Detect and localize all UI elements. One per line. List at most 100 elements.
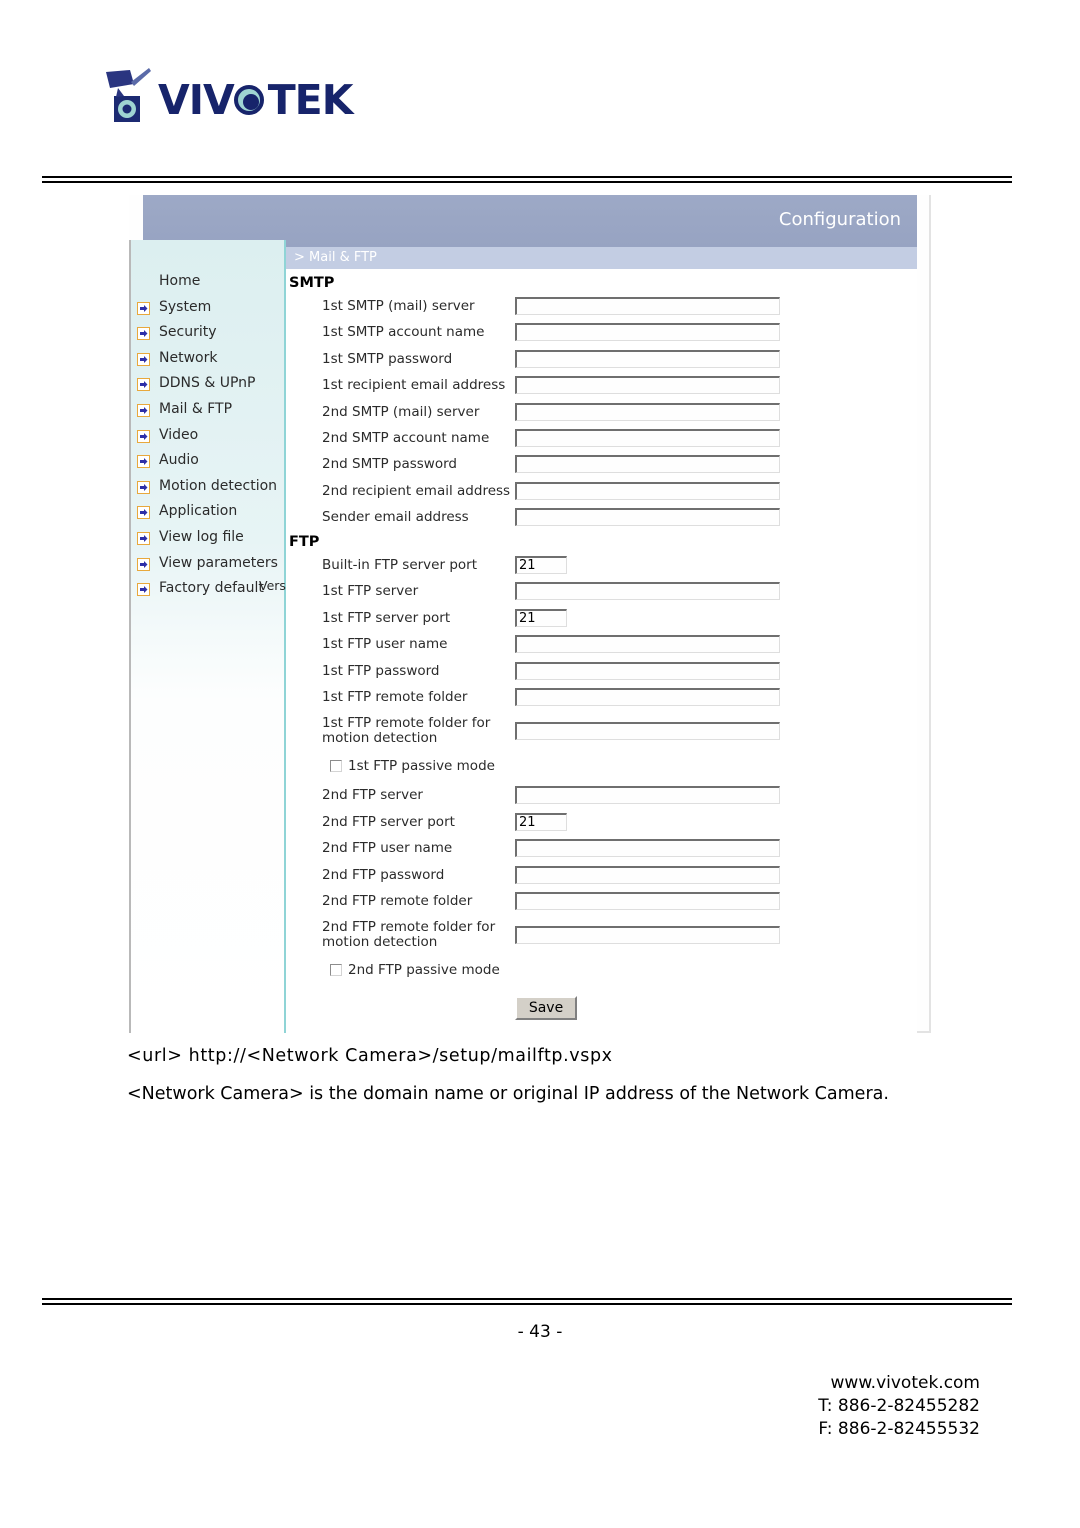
sidebar-item-label: Network	[159, 349, 218, 366]
sidebar-item-home[interactable]: Home	[137, 271, 287, 297]
arrow-right-icon	[137, 352, 150, 366]
input-2nd-ftp-remote-folder[interactable]	[515, 892, 780, 910]
input-2nd-ftp-user-name[interactable]	[515, 839, 780, 858]
field-row-2nd-ftp-server: 2nd FTP server	[286, 786, 917, 814]
input-2nd-ftp-server[interactable]	[515, 786, 780, 805]
label-2nd-smtp-account-name: 2nd SMTP account name	[322, 430, 490, 446]
input-2nd-smtp-account-name[interactable]	[515, 429, 780, 447]
field-row-2nd-ftp-user-name: 2nd FTP user name	[286, 839, 917, 867]
input-built-in-ftp-server-port[interactable]	[515, 556, 567, 574]
page-number: - 43 -	[517, 1322, 563, 1342]
arrow-right-icon	[137, 301, 150, 315]
sidebar-item-label: Home	[159, 273, 201, 289]
footer-telephone: T: 886-2-82455282	[818, 1396, 980, 1416]
sidebar-item-label: Audio	[159, 452, 199, 469]
input-1st-ftp-user-name[interactable]	[515, 635, 780, 654]
sidebar-item-label: Security	[159, 324, 217, 341]
sidebar-item-label: View log file	[159, 529, 244, 545]
label-2nd-smtp-mail-server: 2nd SMTP (mail) server	[322, 403, 480, 420]
field-row-1st-ftp-remote-folder-for-motion-detection: 1st FTP remote folder for motion detecti…	[286, 716, 917, 745]
sidebar-item-label: Mail & FTP	[159, 401, 233, 417]
field-row-2nd-recipient-email-address: 2nd recipient email address	[286, 481, 917, 510]
checkbox-row-2nd-ftp-passive-mode: 2nd FTP passive mode	[286, 962, 917, 984]
label-2nd-smtp-password: 2nd SMTP password	[322, 456, 457, 473]
logo-text-pre: VIV	[158, 76, 235, 124]
sidebar-item-label: Video	[159, 426, 199, 443]
label-1st-recipient-email-address: 1st recipient email address	[322, 377, 506, 394]
mail-ftp-form: SMTP FTP Save 1st SMTP (mail) server 1st …	[286, 269, 917, 1033]
field-row-2nd-smtp-mail-server: 2nd SMTP (mail) server	[286, 402, 917, 431]
sidebar-item-network[interactable]: Network	[137, 348, 287, 374]
header-divider	[42, 176, 1012, 183]
footer-contact: www.vivotek.com T: 886-2-82455282 F: 886…	[818, 1372, 980, 1441]
checkbox-1st-ftp-passive-mode[interactable]	[330, 760, 342, 773]
field-row-2nd-smtp-password: 2nd SMTP password	[286, 455, 917, 483]
arrow-right-icon	[137, 532, 150, 545]
label-2nd-ftp-server: 2nd FTP server	[322, 787, 423, 804]
sidebar-item-label: View parameters	[159, 554, 278, 571]
field-row-1st-ftp-password: 1st FTP password	[286, 661, 917, 690]
field-row-1st-smtp-account-name: 1st SMTP account name	[286, 323, 917, 351]
vivotek-logo: VIV TEK	[104, 60, 524, 140]
configuration-screenshot-panel: Configuration > Mail & FTP Home System Sec…	[129, 195, 931, 1033]
logo-text-post: TEK	[267, 76, 354, 124]
sidebar-item-label: Application	[159, 503, 238, 520]
field-row-1st-ftp-user-name: 1st FTP user name	[286, 635, 917, 663]
input-2nd-smtp-password[interactable]	[515, 455, 780, 474]
checkbox-2nd-ftp-passive-mode[interactable]	[330, 964, 342, 977]
label-2nd-ftp-remote-folder-for-motion-detection: 2nd FTP remote folder for motion detecti…	[322, 919, 496, 950]
label-1st-ftp-server: 1st FTP server	[322, 583, 419, 600]
input-2nd-ftp-password[interactable]	[515, 865, 780, 884]
input-2nd-smtp-mail-server[interactable]	[515, 402, 780, 421]
field-row-2nd-ftp-server-port: 2nd FTP server port	[286, 812, 917, 841]
sidebar-item-video[interactable]: Video	[137, 425, 287, 451]
sidebar-item-view-log-file[interactable]: View log file	[137, 527, 287, 553]
field-row-1st-smtp-password: 1st SMTP password	[286, 349, 917, 378]
input-2nd-recipient-email-address[interactable]	[515, 481, 780, 500]
input-sender-email-address[interactable]	[515, 508, 780, 527]
save-button[interactable]: Save	[515, 996, 577, 1021]
field-row-1st-smtp-mail-server: 1st SMTP (mail) server	[286, 297, 917, 325]
label-1st-ftp-user-name: 1st FTP user name	[322, 636, 448, 653]
arrow-right-icon	[137, 506, 150, 520]
sidebar-item-mail-ftp[interactable]: Mail & FTP	[137, 399, 287, 425]
logo-eye-o-icon	[233, 85, 268, 119]
breadcrumb-bar: > Mail & FTP	[286, 247, 917, 269]
input-1st-smtp-mail-server[interactable]	[515, 297, 780, 315]
footer-divider	[42, 1298, 1012, 1305]
arrow-right-icon	[137, 327, 150, 341]
input-1st-ftp-password[interactable]	[515, 661, 780, 680]
input-1st-ftp-server[interactable]	[515, 582, 780, 601]
input-2nd-ftp-server-port[interactable]	[515, 812, 567, 831]
label-built-in-ftp-server-port: Built-in FTP server port	[322, 557, 477, 573]
label-1st-smtp-account-name: 1st SMTP account name	[322, 324, 485, 341]
arrow-right-icon	[137, 404, 150, 417]
input-1st-smtp-password[interactable]	[515, 349, 780, 368]
sidebar-item-system[interactable]: System	[137, 297, 287, 323]
label-2nd-recipient-email-address: 2nd recipient email address	[322, 482, 511, 499]
sidebar-item-security[interactable]: Security	[137, 322, 287, 348]
input-1st-smtp-account-name[interactable]	[515, 323, 780, 342]
description-paragraph: <Network Camera> is the domain name or o…	[127, 1084, 889, 1104]
page-title: Configuration	[778, 209, 901, 230]
input-1st-ftp-remote-folder-for-motion-detection[interactable]	[515, 722, 780, 741]
url-line: <url> http://<Network Camera>/setup/mail…	[127, 1046, 613, 1066]
label-1st-ftp-password: 1st FTP password	[322, 662, 440, 679]
input-1st-ftp-remote-folder[interactable]	[515, 688, 780, 706]
input-1st-recipient-email-address[interactable]	[515, 376, 780, 395]
label-1st-smtp-password: 1st SMTP password	[322, 350, 453, 367]
sidebar-item-view-parameters[interactable]: View parameters	[137, 553, 287, 579]
sidebar-item-ddns-upnp[interactable]: DDNS & UPnP	[137, 373, 287, 399]
input-2nd-ftp-remote-folder-for-motion-detection[interactable]	[515, 926, 780, 945]
arrow-right-icon	[137, 583, 150, 597]
field-row-1st-ftp-remote-folder: 1st FTP remote folder	[286, 688, 917, 716]
sidebar-item-audio[interactable]: Audio	[137, 450, 287, 476]
field-row-1st-recipient-email-address: 1st recipient email address	[286, 376, 917, 404]
input-1st-ftp-server-port[interactable]	[515, 608, 567, 627]
smtp-section-title: SMTP	[289, 275, 335, 291]
sidebar-item-motion-detection[interactable]: Motion detection	[137, 476, 287, 502]
ftp-section-title: FTP	[289, 534, 320, 550]
sidebar-item-label: Motion detection	[159, 477, 278, 494]
sidebar-item-application[interactable]: Application	[137, 501, 287, 527]
field-row-2nd-ftp-remote-folder-for-motion-detection: 2nd FTP remote folder for motion detecti…	[286, 919, 917, 950]
